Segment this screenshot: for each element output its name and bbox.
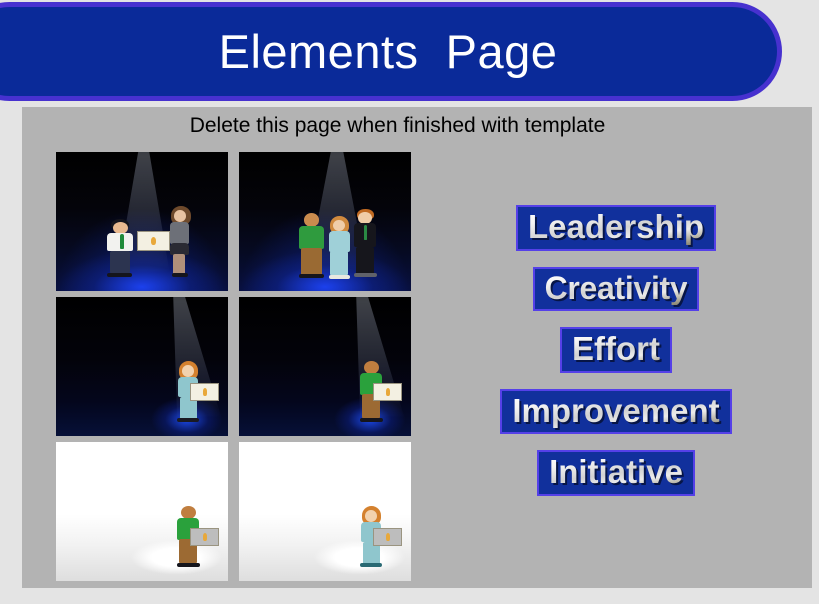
head [182, 364, 195, 377]
thumbnail-man-with-certificate-white[interactable] [56, 442, 228, 581]
legs [301, 247, 323, 275]
legs [356, 246, 375, 275]
certificate-icon [373, 383, 403, 402]
thumbnail-man-with-certificate-dark[interactable] [239, 297, 411, 436]
figure-woman-presenter [163, 206, 201, 278]
skirt [170, 243, 190, 255]
wordart-label: Creativity [544, 269, 688, 306]
figure-man-green [296, 213, 329, 280]
certificate-icon [190, 383, 220, 402]
head [363, 360, 379, 375]
wordart-list: Leadership Creativity Effort Improvement… [470, 205, 762, 512]
head [180, 505, 196, 520]
wordart-label: Effort [572, 330, 660, 368]
tie [363, 224, 367, 241]
shoes [299, 273, 325, 278]
thumbnail-woman-with-certificate-white[interactable] [239, 442, 411, 581]
thumbnail-award-presentation-dark[interactable] [56, 152, 228, 291]
thumbnail-grid [56, 152, 411, 581]
wordart-effort[interactable]: Effort [560, 327, 672, 373]
wordart-leadership[interactable]: Leadership [515, 205, 717, 251]
shoes [176, 562, 200, 567]
shoes [106, 272, 132, 277]
certificate-icon [190, 528, 220, 547]
tie [119, 234, 124, 249]
shoes [177, 418, 200, 423]
thumbnail-three-people-spotlight-dark[interactable] [239, 152, 411, 291]
torso [299, 225, 325, 249]
wordart-label: Improvement [512, 391, 720, 429]
figure-man-suit [351, 208, 380, 280]
head [304, 213, 320, 227]
shoes [359, 417, 383, 422]
shoes [354, 273, 377, 278]
torso [170, 222, 190, 244]
shoes [360, 563, 383, 568]
wordart-creativity[interactable]: Creativity [532, 266, 700, 312]
page-title: Elements Page [218, 25, 558, 78]
thumbnail-woman-with-certificate-dark[interactable] [56, 297, 228, 436]
shoes [328, 274, 351, 279]
wordart-label: Initiative [549, 453, 683, 491]
head [358, 211, 372, 224]
torso [328, 231, 350, 252]
legs [330, 251, 349, 276]
head [365, 509, 378, 522]
subtitle-note: Delete this page when finished with temp… [189, 114, 606, 137]
wordart-label: Leadership [527, 208, 705, 245]
legs [109, 250, 131, 274]
title-banner: Elements Page [0, 2, 782, 101]
certificate-icon [373, 528, 403, 547]
wordart-initiative[interactable]: Initiative [537, 450, 695, 497]
legs [173, 253, 186, 275]
shoes [171, 273, 188, 278]
wordart-improvement[interactable]: Improvement [500, 388, 732, 435]
